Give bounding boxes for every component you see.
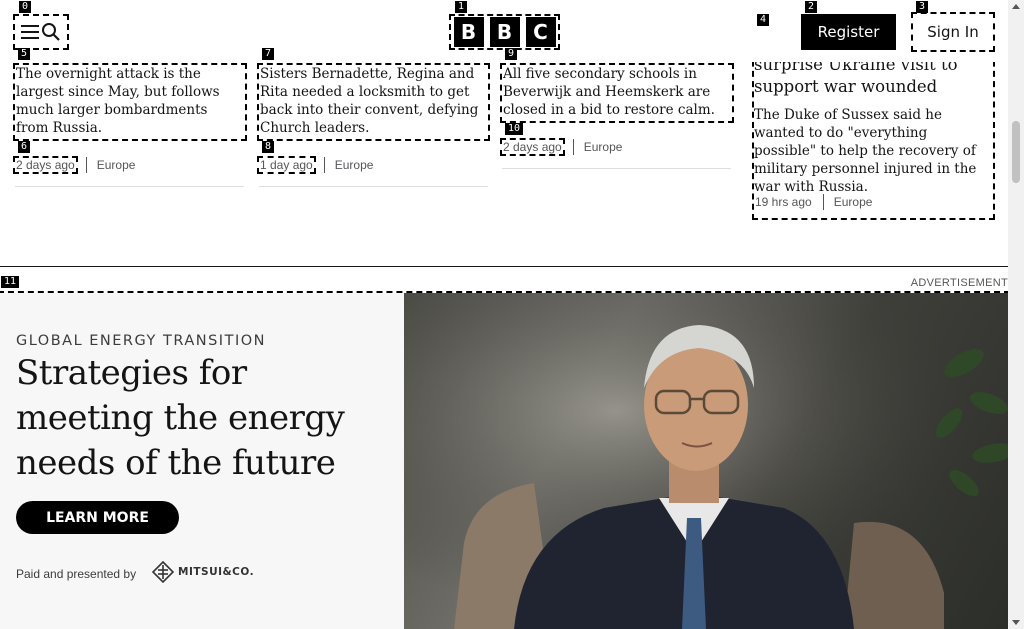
- section-divider: [0, 266, 1008, 267]
- overlay-tag: 11: [1, 276, 20, 288]
- overlay-tag: 5: [18, 48, 31, 60]
- ad-title: Strategies for meeting the energy needs …: [16, 353, 345, 483]
- logo-letter: B: [453, 17, 484, 47]
- overlay-tag: 3: [916, 1, 929, 13]
- article-summary: The Duke of Sussex said he wanted to do …: [754, 107, 977, 195]
- overlay-tag: 2: [805, 1, 818, 13]
- article-time: 19 hrs ago: [755, 195, 812, 209]
- logo-letter: C: [525, 17, 556, 47]
- sponsor-logo-text: MITSUI&CO.: [178, 566, 255, 578]
- arrow-down-icon[interactable]: [1012, 620, 1020, 625]
- article-section: Europe: [583, 140, 623, 154]
- meta-separator: [85, 157, 87, 173]
- ad-kicker: GLOBAL ENERGY TRANSITION: [16, 333, 266, 349]
- overlay-tag: 10: [505, 123, 524, 135]
- article-section: Europe: [96, 158, 136, 172]
- site-header: B B C Register Sign In: [0, 0, 1008, 62]
- overlay-tag: 4: [757, 14, 770, 26]
- advertisement-banner[interactable]: GLOBAL ENERGY TRANSITION Strategies for …: [0, 291, 1010, 629]
- article-time[interactable]: 1 day ago: [257, 156, 316, 174]
- card-divider: [259, 186, 488, 187]
- article-time[interactable]: 2 days ago: [500, 138, 565, 156]
- article-meta: 2 days ago Europe: [13, 156, 136, 174]
- search-icon: [42, 23, 60, 41]
- register-button[interactable]: Register: [801, 14, 896, 50]
- learn-more-button[interactable]: LEARN MORE: [16, 501, 179, 534]
- meta-separator: [323, 157, 325, 173]
- advertisement-label: ADVERTISEMENT: [910, 277, 1008, 289]
- article-meta: 2 days ago Europe: [500, 138, 623, 156]
- mitsui-logo-icon: [152, 561, 174, 583]
- overlay-tag: 7: [262, 48, 275, 60]
- overlay-tag: 6: [18, 141, 31, 153]
- article-summary-link[interactable]: All five secondary schools in Beverwijk …: [500, 63, 734, 123]
- signin-button[interactable]: Sign In: [911, 12, 995, 52]
- article-time[interactable]: 2 days ago: [13, 156, 78, 174]
- executive-portrait-image: [404, 293, 1008, 629]
- ad-sponsor-text: Paid and presented by: [16, 567, 137, 581]
- arrow-up-icon[interactable]: [1012, 4, 1020, 9]
- article-meta: 1 day ago Europe: [257, 156, 374, 174]
- bbc-logo[interactable]: B B C: [449, 14, 560, 50]
- overlay-tag: 8: [262, 141, 275, 153]
- article-section: Europe: [334, 158, 374, 172]
- card-divider: [15, 186, 244, 187]
- overlay-tag: 9: [505, 48, 518, 60]
- hamburger-icon: [21, 25, 39, 39]
- overlay-tag: 1: [455, 1, 468, 13]
- card-divider: [502, 168, 731, 169]
- page-scrollbar[interactable]: [1008, 0, 1024, 629]
- article-section: Europe: [833, 195, 873, 209]
- scrollbar-thumb[interactable]: [1012, 121, 1020, 183]
- menu-search-button[interactable]: [13, 14, 69, 50]
- article-summary-link[interactable]: The overnight attack is the largest sinc…: [13, 63, 247, 141]
- article-meta: 19 hrs ago Europe: [754, 194, 872, 210]
- ad-photo-executive: [404, 293, 1008, 629]
- logo-letter: B: [489, 17, 520, 47]
- sponsor-logo[interactable]: MITSUI&CO.: [152, 561, 254, 583]
- meta-separator: [822, 194, 824, 210]
- overlay-tag: 0: [19, 1, 32, 13]
- article-summary-link[interactable]: Sisters Bernadette, Regina and Rita need…: [257, 63, 490, 141]
- meta-separator: [572, 139, 574, 155]
